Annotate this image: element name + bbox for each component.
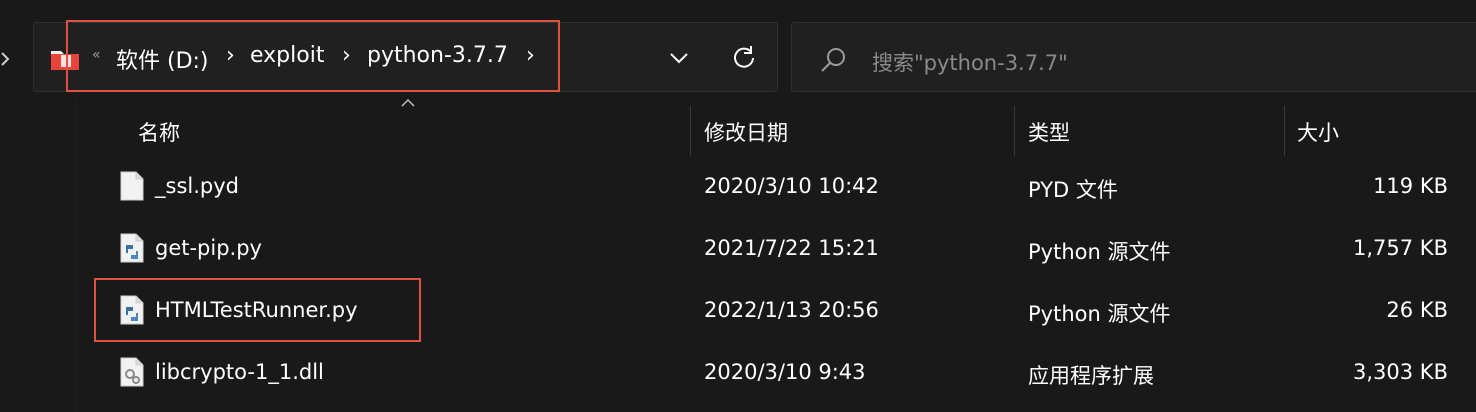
navigation-pane-divider: [75, 100, 76, 412]
file-row[interactable]: libcrypto-1_1.dll 2020/3/10 9:43 应用程序扩展 …: [100, 343, 1476, 405]
sort-ascending-icon: [401, 98, 415, 107]
column-header-type[interactable]: 类型: [1028, 117, 1070, 147]
search-input[interactable]: 搜索"python-3.7.7": [872, 47, 1068, 77]
blank-file-icon: [120, 171, 144, 201]
breadcrumb-highlight-box: [66, 20, 560, 92]
column-header-name[interactable]: 名称: [138, 117, 180, 147]
nav-chevron-icon[interactable]: [0, 47, 14, 71]
file-highlight-box: [94, 278, 421, 342]
column-divider[interactable]: [690, 106, 691, 156]
file-type: PYD 文件: [1028, 178, 1118, 202]
refresh-icon[interactable]: [730, 43, 758, 71]
python-file-icon: [120, 233, 144, 263]
file-name: _ssl.pyd: [155, 174, 239, 198]
file-size: 26 KB: [1386, 298, 1448, 322]
column-divider[interactable]: [1284, 106, 1285, 156]
file-modified: 2021/7/22 15:21: [704, 236, 879, 260]
file-size: 3,303 KB: [1353, 360, 1448, 384]
file-modified: 2020/3/10 9:43: [704, 360, 866, 384]
column-header-size[interactable]: 大小: [1297, 117, 1339, 147]
file-row[interactable]: _ssl.pyd 2020/3/10 10:42 PYD 文件 119 KB: [100, 157, 1476, 219]
file-name: libcrypto-1_1.dll: [155, 360, 324, 384]
file-size: 1,757 KB: [1353, 236, 1448, 260]
search-icon: [821, 48, 845, 72]
file-modified: 2022/1/13 20:56: [704, 298, 879, 322]
file-size: 119 KB: [1373, 174, 1448, 198]
dll-file-icon: [120, 357, 144, 387]
file-type: Python 源文件: [1028, 240, 1171, 264]
file-row[interactable]: get-pip.py 2021/7/22 15:21 Python 源文件 1,…: [100, 219, 1476, 281]
file-name: get-pip.py: [155, 236, 262, 260]
file-type: 应用程序扩展: [1028, 364, 1154, 388]
column-divider[interactable]: [1014, 106, 1015, 156]
file-modified: 2020/3/10 10:42: [704, 174, 879, 198]
search-box[interactable]: 搜索"python-3.7.7": [791, 22, 1476, 92]
history-dropdown-icon[interactable]: [664, 45, 694, 71]
column-header-modified[interactable]: 修改日期: [704, 117, 788, 147]
file-type: Python 源文件: [1028, 302, 1171, 326]
